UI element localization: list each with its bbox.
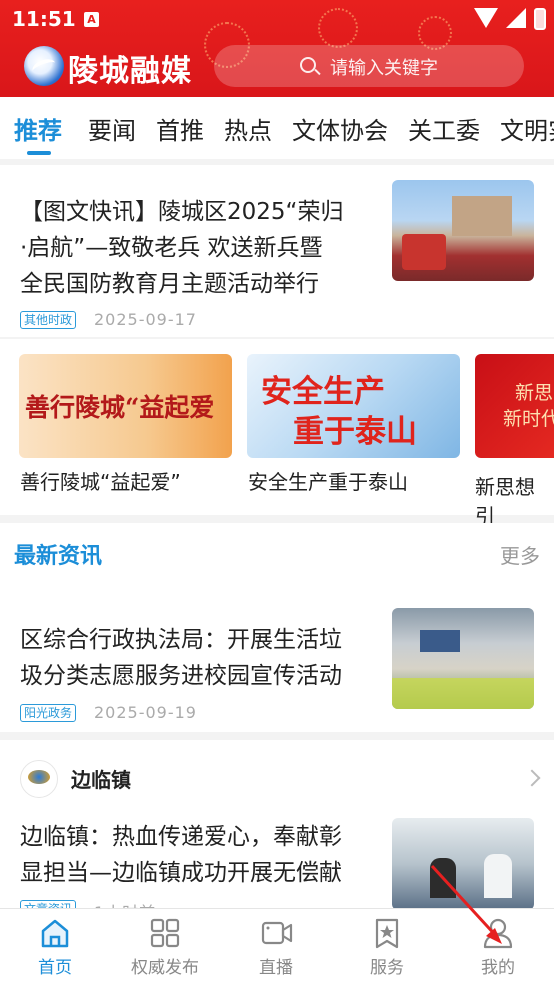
news-date: 2025-09-19: [94, 703, 197, 722]
nav-label: 首页: [38, 958, 72, 978]
nav-label: 我的: [481, 958, 515, 978]
person-shape: [430, 858, 456, 898]
tab-news[interactable]: 要闻: [88, 111, 136, 146]
nav-official-release[interactable]: 权威发布: [110, 909, 220, 984]
township-avatar: [20, 760, 58, 798]
home-icon: [41, 919, 69, 948]
nav-label: 直播: [259, 958, 293, 978]
banner-image-text: 新思: [515, 382, 554, 404]
banner-caption: 新思想引: [475, 475, 535, 528]
tab-hot[interactable]: 热点: [224, 111, 272, 146]
tab-civilization[interactable]: 文明实: [500, 111, 554, 146]
bookmark-star-icon: [375, 918, 399, 949]
active-tab-indicator: [27, 151, 51, 155]
banner-image-text: 善行陵城“益起爱: [25, 393, 215, 422]
tab-headline[interactable]: 首推: [156, 111, 204, 146]
township-news-thumbnail: [392, 818, 534, 910]
brand-name: 陵城融媒: [68, 54, 192, 89]
person-icon: [483, 918, 513, 949]
featured-news-thumbnail: [392, 180, 534, 281]
news-category-badge: 阳光政务: [20, 704, 77, 722]
banner-new-thought[interactable]: 新思 新时代: [475, 354, 554, 458]
bottom-navigation: 首页 权威发布 直播 服务 我的: [0, 908, 554, 984]
crowd-shape: [392, 678, 534, 709]
app-header: 11:51 A 陵城融媒 请输入关键字: [0, 0, 554, 97]
banner-image-text: 重于泰山: [293, 414, 417, 450]
video-camera-icon: [261, 921, 293, 945]
wifi-icon: [474, 8, 498, 28]
nav-live[interactable]: 直播: [221, 909, 331, 984]
township-section[interactable]: 边临镇 边临镇：热血传递爱心，奉献彰 显担当—边临镇成功开展无偿献 文章资讯 1…: [0, 740, 554, 922]
news-category-badge: 其他时政: [20, 311, 77, 329]
search-icon: [300, 57, 316, 73]
nav-label: 权威发布: [131, 958, 199, 978]
news-title-line: 全民国防教育月主题活动举行: [20, 271, 319, 297]
news-title-line: 显担当—边临镇成功开展无偿献: [20, 860, 342, 886]
search-bar[interactable]: 请输入关键字: [214, 45, 524, 87]
nav-service[interactable]: 服务: [332, 909, 442, 984]
category-tabs: 推荐 要闻 首推 热点 文体协会 关工委 文明实: [0, 97, 554, 159]
nav-label: 服务: [370, 958, 404, 978]
nav-profile[interactable]: 我的: [443, 909, 553, 984]
news-title-line: ·启航”—致敬老兵 欢送新兵暨: [20, 235, 323, 261]
app-logo-icon: [24, 46, 64, 86]
news-title-line: 区综合行政执法局：开展生活垃: [20, 627, 342, 653]
banner-safety[interactable]: 安全生产 重于泰山: [247, 354, 460, 458]
banner-caption: 善行陵城“益起爱”: [20, 470, 181, 494]
more-link[interactable]: 更多: [500, 540, 540, 569]
battery-icon: [534, 8, 546, 30]
person-shape: [484, 854, 512, 898]
signal-icon: [506, 8, 526, 28]
search-placeholder: 请输入关键字: [330, 58, 438, 79]
chevron-right-icon: [523, 769, 541, 787]
news-title-line: 圾分类志愿服务进校园宣传活动: [20, 663, 342, 689]
township-name: 边临镇: [71, 768, 131, 792]
banner-image-text: 安全生产: [261, 374, 385, 410]
featured-news-item[interactable]: 【图文快讯】陵城区2025“荣归 ·启航”—致敬老兵 欢送新兵暨 全民国防教育月…: [0, 165, 554, 337]
tab-recommend[interactable]: 推荐: [14, 111, 62, 146]
banner-charity[interactable]: 善行陵城“益起爱: [19, 354, 232, 458]
tab-culture-sports[interactable]: 文体协会: [292, 111, 388, 146]
nav-home[interactable]: 首页: [0, 909, 110, 984]
screen-shape: [420, 630, 460, 652]
flag-shape: [402, 234, 446, 270]
building-shape: [452, 196, 512, 236]
tab-guangongwei[interactable]: 关工委: [408, 111, 480, 146]
news-title-line: 边临镇：热血传递爱心，奉献彰: [20, 824, 342, 850]
grid-icon: [150, 918, 180, 948]
township-logo-icon: [28, 770, 50, 784]
banner-image-text: 新时代: [503, 408, 554, 430]
app-screen: 11:51 A 陵城融媒 请输入关键字 推荐 要闻 首推 热点 文体协会 关工委…: [0, 0, 554, 984]
news-date: 2025-09-17: [94, 310, 197, 329]
latest-news-thumbnail: [392, 608, 534, 709]
section-title: 最新资讯: [14, 544, 103, 569]
clock: 11:51: [12, 7, 76, 31]
status-bar: 11:51 A: [0, 0, 554, 38]
notification-icon: A: [84, 12, 99, 27]
news-title-line: 【图文快讯】陵城区2025“荣归: [20, 199, 344, 225]
banner-caption: 安全生产重于泰山: [248, 470, 408, 494]
latest-news-item[interactable]: 区综合行政执法局：开展生活垃 圾分类志愿服务进校园宣传活动 阳光政务 2025-…: [0, 590, 554, 732]
